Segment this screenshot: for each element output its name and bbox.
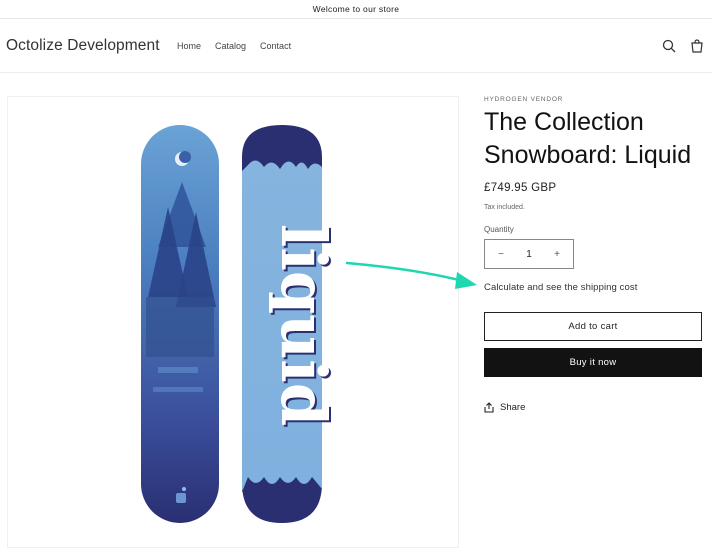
product-price: £749.95 GBP [484, 182, 557, 194]
product-vendor: HYDROGEN VENDOR [484, 96, 564, 103]
share-icon [484, 402, 494, 413]
quantity-decrease-button[interactable]: − [494, 249, 508, 260]
snowboard-left [141, 125, 219, 523]
quantity-increase-button[interactable]: + [550, 249, 564, 260]
nav-item-contact[interactable]: Contact [260, 41, 291, 51]
shipping-calculator-link[interactable]: Calculate and see the shipping cost [484, 282, 638, 293]
quantity-input[interactable]: 1 [526, 249, 532, 260]
add-to-cart-button[interactable]: Add to cart [484, 312, 702, 341]
product-image[interactable]: liquid liquid [7, 96, 459, 548]
product-title: The Collection Snowboard: Liquid [484, 108, 692, 169]
add-to-cart-label: Add to cart [568, 321, 618, 332]
buy-now-label: Buy it now [569, 357, 617, 368]
quantity-stepper: − 1 + [484, 239, 574, 269]
share-button[interactable]: Share [484, 402, 525, 413]
nav-item-home[interactable]: Home [177, 41, 201, 51]
announcement-bar: Welcome to our store [0, 0, 712, 19]
tax-note: Tax included. [484, 204, 525, 211]
svg-text:liquid: liquid [267, 224, 340, 426]
cart-icon[interactable] [688, 37, 706, 55]
site-header: Octolize Development Home Catalog Contac… [0, 20, 712, 73]
buy-now-button[interactable]: Buy it now [484, 348, 702, 377]
announcement-text: Welcome to our store [312, 4, 400, 14]
nav-item-catalog[interactable]: Catalog [215, 41, 246, 51]
store-logo[interactable]: Octolize Development [6, 37, 160, 55]
main-nav: Home Catalog Contact [177, 41, 291, 51]
annotation-arrow-icon [345, 261, 477, 289]
snowboard-right: liquid liquid [242, 125, 342, 523]
quantity-label: Quantity [484, 225, 514, 234]
share-label: Share [500, 402, 526, 413]
snowboard-image: liquid liquid [141, 125, 342, 523]
search-icon[interactable] [660, 37, 678, 55]
